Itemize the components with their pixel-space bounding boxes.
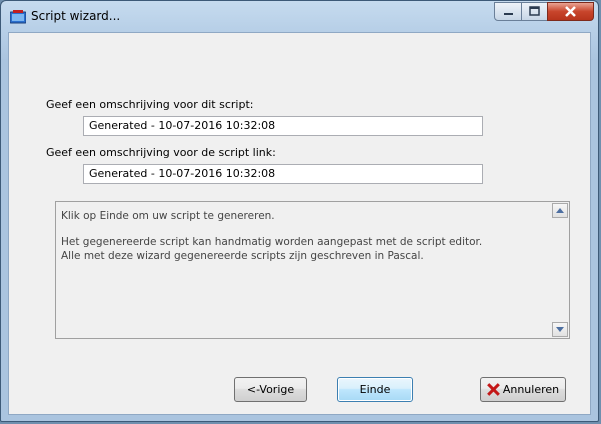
link-description-input[interactable]: Generated - 10-07-2016 10:32:08 — [83, 164, 483, 184]
script-wizard-window: Script wizard... Geef een omschrijving v… — [0, 0, 599, 422]
finish-button[interactable]: Einde — [337, 377, 413, 402]
info-blank-line — [61, 223, 482, 235]
close-icon — [565, 6, 576, 17]
description-label: Geef een omschrijving voor dit script: — [46, 98, 254, 111]
info-line-finish: Klik op Einde om uw script te genereren. — [61, 210, 275, 222]
info-memo[interactable]: Klik op Einde om uw script te genereren.… — [55, 201, 570, 339]
title-bar[interactable]: Script wizard... — [1, 1, 598, 33]
cancel-button-label: Annuleren — [502, 383, 560, 396]
maximize-button[interactable] — [521, 2, 548, 21]
maximize-icon — [529, 6, 540, 16]
info-line-pascal: Alle met deze wizard gegenereerde script… — [61, 250, 424, 262]
description-input[interactable]: Generated - 10-07-2016 10:32:08 — [83, 116, 483, 136]
link-description-label: Geef een omschrijving voor de script lin… — [46, 146, 276, 159]
memo-scrollbar[interactable] — [551, 202, 569, 338]
finish-button-label: Einde — [359, 383, 391, 396]
scroll-down-button[interactable] — [552, 322, 568, 337]
scroll-up-button[interactable] — [552, 203, 568, 218]
previous-button[interactable]: <-Vorige — [234, 377, 307, 402]
info-line-editor: Het gegenereerde script kan handmatig wo… — [61, 236, 483, 248]
minimize-icon — [504, 13, 513, 15]
info-text: Klik op Einde om uw script te genereren.… — [61, 209, 482, 263]
previous-button-label: <-Vorige — [246, 383, 295, 396]
wizard-client-area: Geef een omschrijving voor dit script: G… — [8, 32, 591, 415]
cancel-x-icon — [487, 383, 500, 396]
window-title: Script wizard... — [31, 9, 121, 23]
arrow-down-icon — [556, 327, 564, 332]
close-button[interactable] — [547, 2, 594, 21]
arrow-up-icon — [556, 208, 564, 213]
app-icon — [10, 10, 26, 24]
cancel-button[interactable]: Annuleren — [480, 377, 566, 402]
minimize-button[interactable] — [494, 2, 522, 21]
